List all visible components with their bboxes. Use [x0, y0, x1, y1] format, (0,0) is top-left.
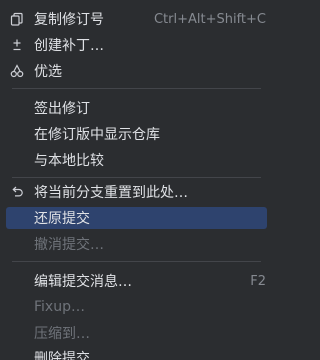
- compare-with-local-item[interactable]: 与本地比较: [6, 149, 267, 171]
- undo-arrow-icon: [6, 185, 28, 199]
- separator: [12, 88, 261, 89]
- edit-commit-message-label: 编辑提交消息…: [34, 274, 132, 290]
- edit-commit-message-shortcut: F2: [250, 273, 266, 289]
- checkout-revision-label: 签出修订: [34, 101, 90, 117]
- squash-into-item[interactable]: 压缩到…: [6, 322, 267, 344]
- revert-commit-label: 还原提交: [34, 211, 90, 227]
- separator: [12, 261, 261, 262]
- fixup-item[interactable]: Fixup…: [6, 296, 267, 318]
- copy-revision-item[interactable]: 复制修订号 Ctrl+Alt+Shift+C: [6, 8, 267, 30]
- copy-revision-label: 复制修订号: [34, 12, 104, 28]
- drop-commit-item[interactable]: 删除提交: [6, 347, 267, 360]
- drop-commit-label: 删除提交: [34, 351, 90, 360]
- show-repo-at-revision-label: 在修订版中显示仓库: [34, 127, 160, 143]
- copy-revision-shortcut: Ctrl+Alt+Shift+C: [153, 11, 266, 27]
- undo-commit-label: 撤消提交…: [34, 237, 104, 253]
- create-patch-item[interactable]: 创建补丁…: [6, 34, 267, 56]
- reset-branch-item[interactable]: 将当前分支重置到此处…: [6, 181, 267, 203]
- revert-commit-item[interactable]: 还原提交: [6, 207, 267, 229]
- squash-into-label: 压缩到…: [34, 326, 90, 342]
- plus-minus-icon: [6, 38, 28, 52]
- cherry-pick-item[interactable]: 优选: [6, 60, 267, 82]
- separator: [12, 177, 261, 178]
- compare-with-local-label: 与本地比较: [34, 153, 104, 169]
- reset-branch-label: 将当前分支重置到此处…: [34, 185, 188, 201]
- edit-commit-message-item[interactable]: 编辑提交消息… F2: [6, 270, 267, 292]
- fixup-label: Fixup…: [34, 299, 85, 315]
- show-repo-at-revision-item[interactable]: 在修订版中显示仓库: [6, 123, 267, 145]
- cherry-pick-label: 优选: [34, 64, 62, 80]
- create-patch-label: 创建补丁…: [34, 38, 104, 54]
- context-menu: 复制修订号 Ctrl+Alt+Shift+C 创建补丁… 优选 签出修订 在修订…: [0, 0, 273, 360]
- undo-commit-item[interactable]: 撤消提交…: [6, 233, 267, 255]
- cherry-icon: [6, 64, 28, 78]
- copy-icon: [6, 12, 28, 26]
- checkout-revision-item[interactable]: 签出修订: [6, 97, 267, 119]
